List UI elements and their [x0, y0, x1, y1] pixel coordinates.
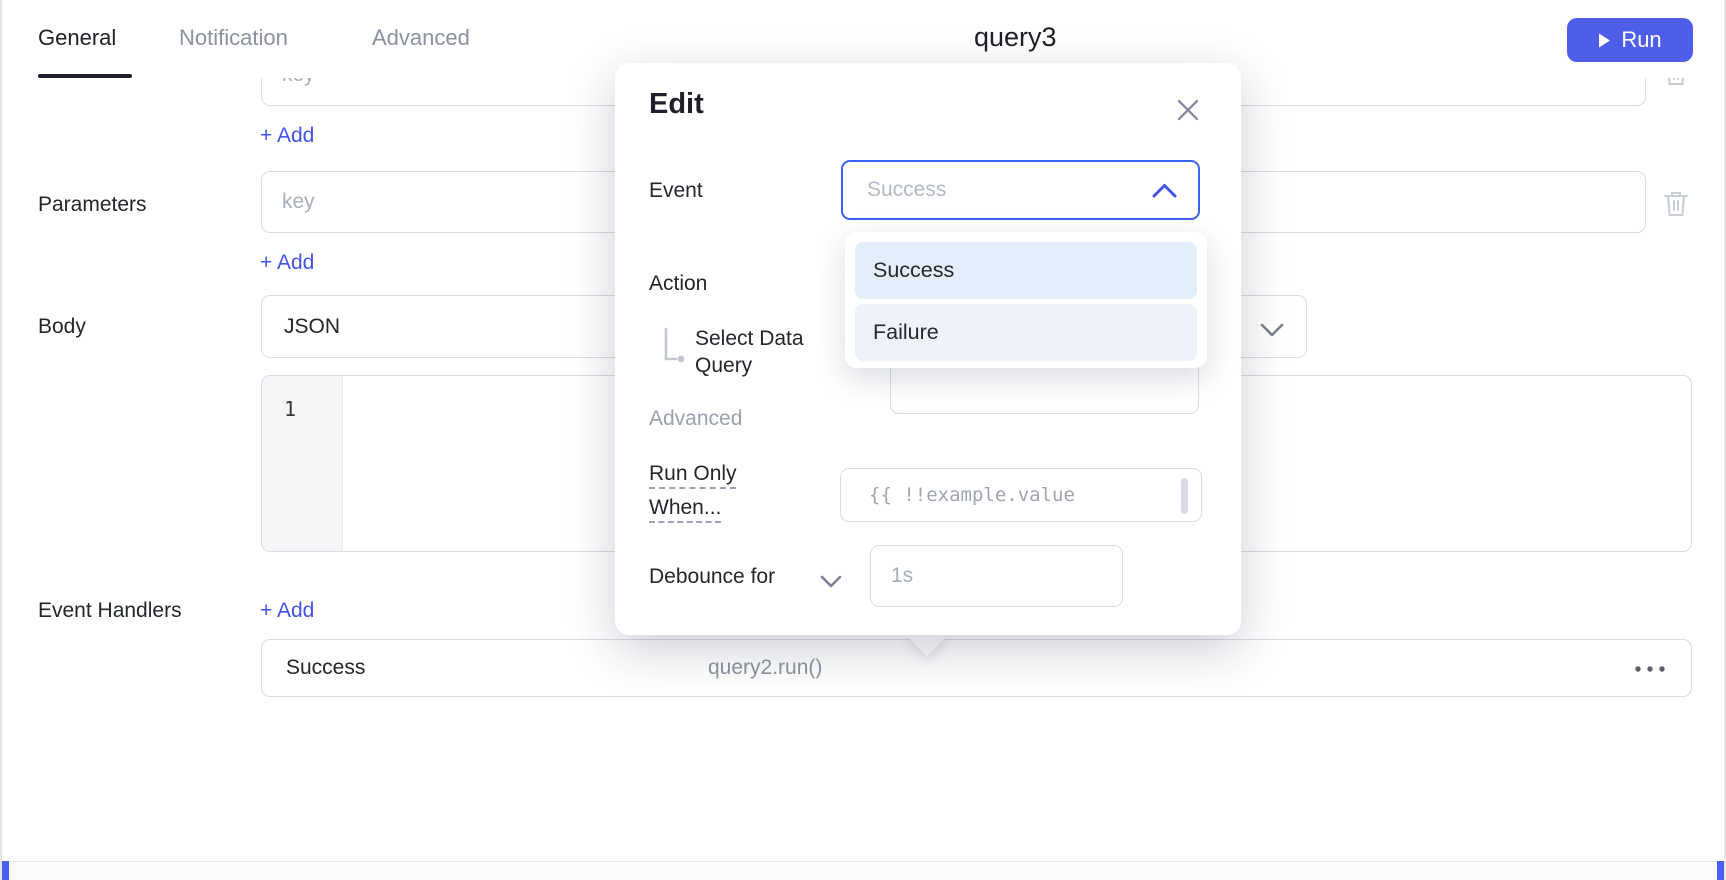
input-scrollbar — [1181, 478, 1188, 514]
tab-general[interactable]: General — [38, 25, 116, 51]
event-handler-row[interactable]: Success query2.run() — [261, 639, 1692, 697]
more-menu-icon[interactable] — [1633, 664, 1669, 674]
add-event-handler-link[interactable]: + Add — [260, 599, 314, 623]
event-options-dropdown: Success Failure — [845, 232, 1207, 368]
parameters-label: Parameters — [38, 193, 147, 217]
run-button[interactable]: Run — [1567, 18, 1693, 62]
option-failure[interactable]: Failure — [855, 304, 1197, 361]
modal-title: Edit — [649, 88, 704, 121]
tab-notification[interactable]: Notification — [179, 25, 288, 51]
close-icon[interactable] — [1173, 95, 1203, 125]
event-select-placeholder: Success — [867, 178, 946, 202]
add-header-link[interactable]: + Add — [260, 124, 314, 148]
chevron-down-icon — [1259, 316, 1285, 342]
event-handler-action: query2.run() — [708, 656, 822, 680]
event-select[interactable]: Success — [841, 160, 1200, 220]
canvas-strip — [2, 861, 1724, 880]
delete-parameter-row-icon[interactable] — [1662, 189, 1690, 219]
editor-line-number: 1 — [284, 397, 296, 421]
event-label: Event — [649, 179, 703, 203]
editor-gutter: 1 — [262, 376, 343, 551]
add-parameter-link[interactable]: + Add — [260, 251, 314, 275]
widget-corner-left — [2, 861, 9, 880]
debounce-chevron-down-icon[interactable] — [818, 568, 844, 594]
query-title: query3 — [974, 22, 1057, 53]
run-only-when-label: Run Only When... — [649, 457, 761, 525]
debounce-duration-input[interactable] — [870, 545, 1123, 607]
event-handlers-label: Event Handlers — [38, 599, 182, 623]
run-only-when-input[interactable] — [840, 468, 1202, 522]
run-button-label: Run — [1621, 27, 1661, 53]
tab-advanced[interactable]: Advanced — [372, 25, 470, 51]
body-label: Body — [38, 315, 86, 339]
event-handler-event: Success — [286, 656, 365, 680]
query-editor-screen: + Add Parameters + Add Body JSON 1 Event… — [0, 0, 1726, 880]
select-data-query-label: Select Data Query — [695, 325, 853, 379]
tree-branch-icon — [658, 327, 688, 367]
body-type-value: JSON — [284, 315, 340, 339]
action-label: Action — [649, 272, 707, 296]
play-icon — [1598, 33, 1611, 48]
widget-corner-right — [1717, 861, 1724, 880]
active-tab-underline — [38, 74, 132, 78]
debounce-label: Debounce for — [649, 565, 775, 589]
advanced-section-label: Advanced — [649, 407, 742, 431]
chevron-up-icon — [1151, 182, 1178, 200]
option-success[interactable]: Success — [855, 242, 1197, 299]
